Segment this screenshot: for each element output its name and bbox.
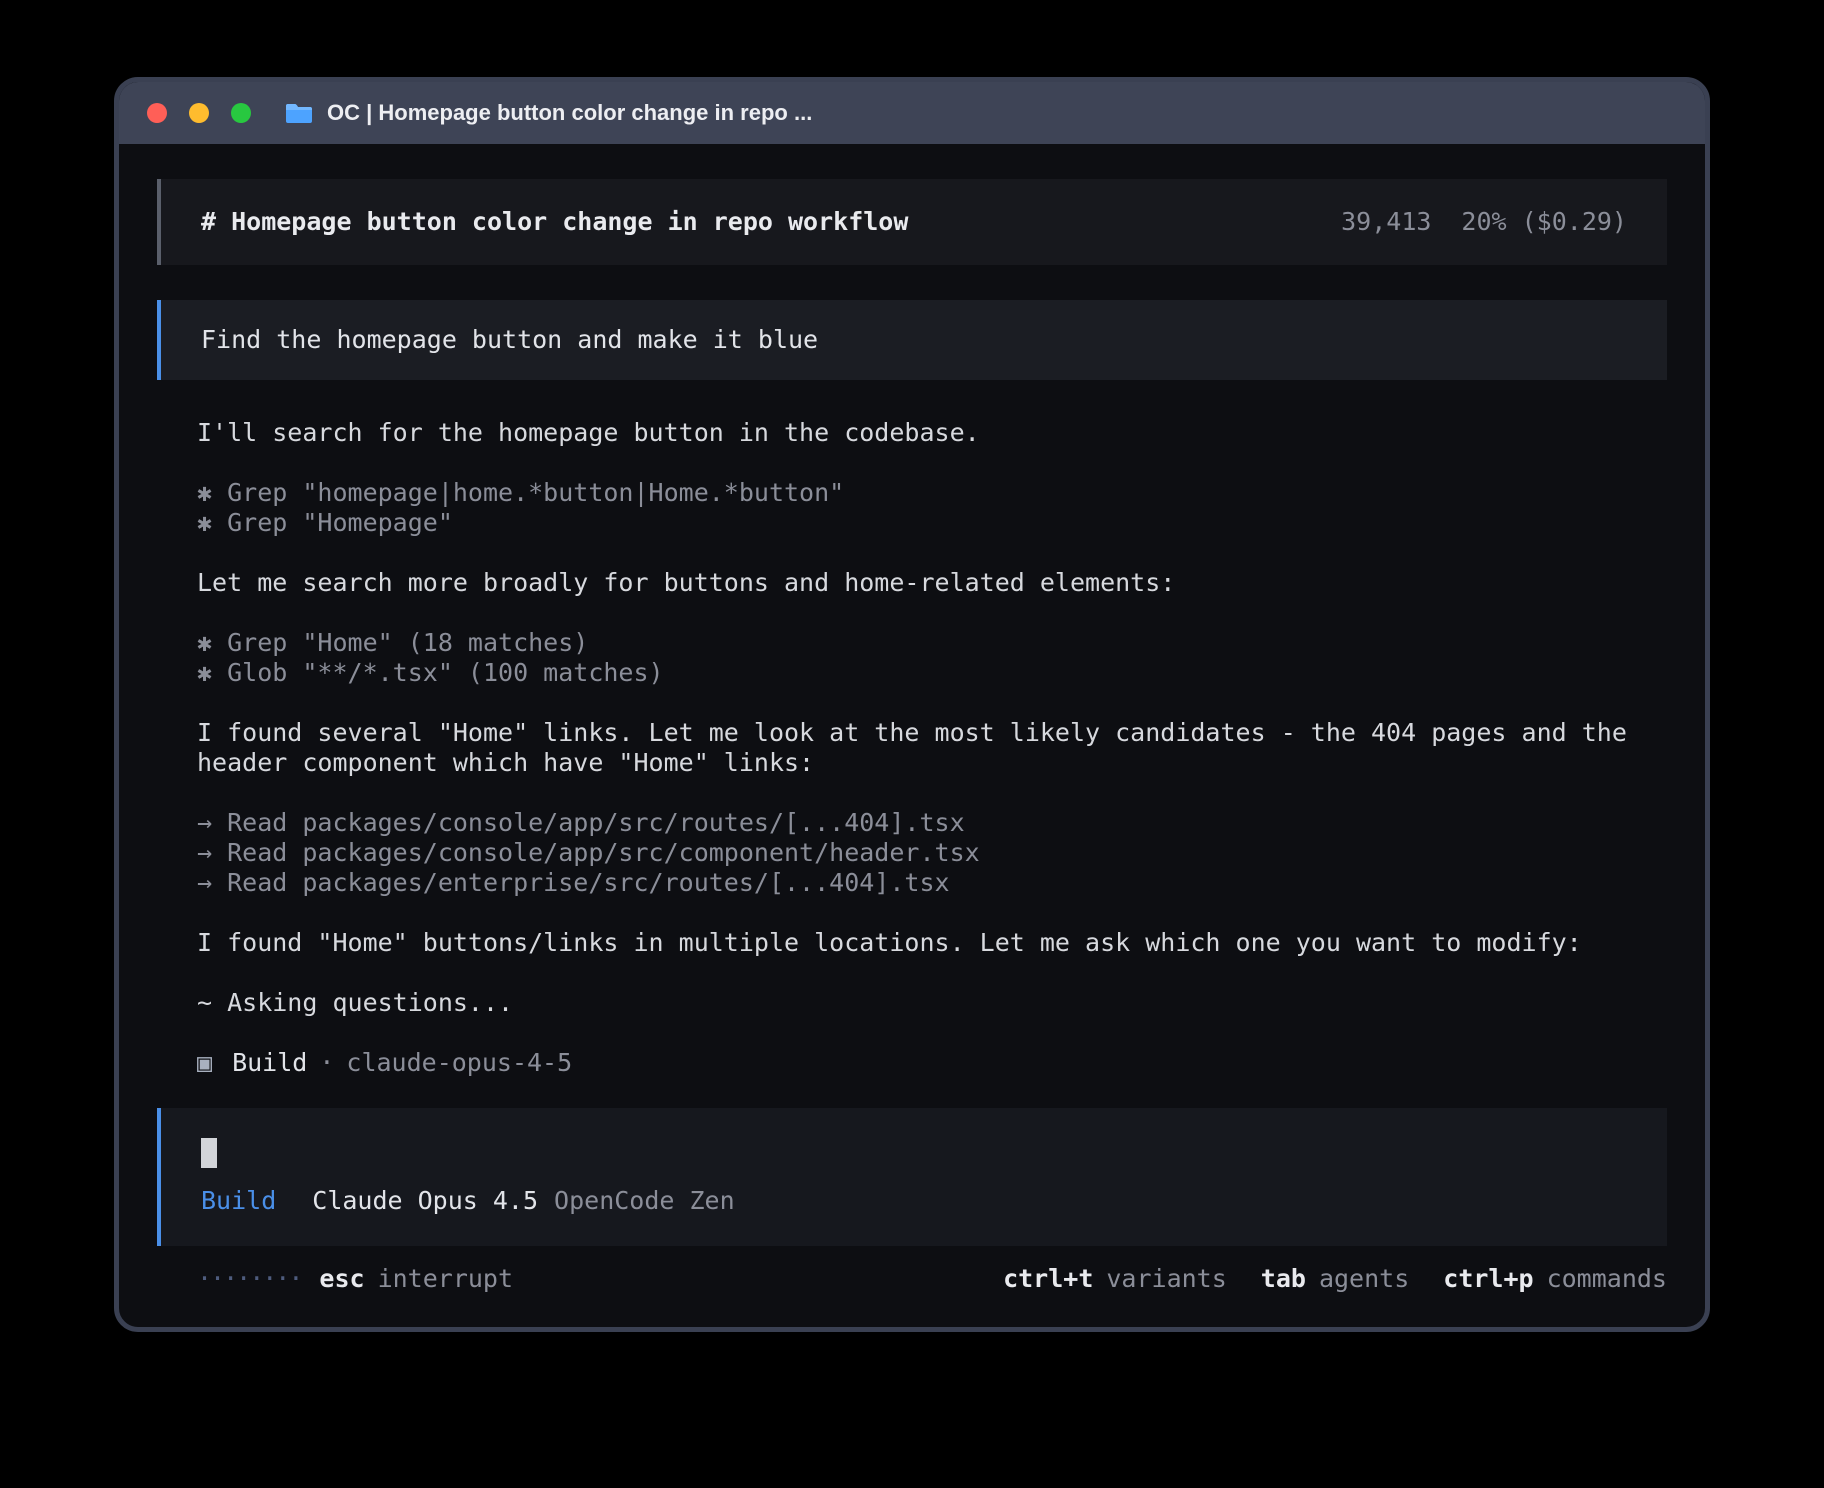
tool-call: ✱ Grep "homepage|home.*button|Home.*butt… [197, 478, 1657, 508]
session-stats: 39,413 20% ($0.29) [1341, 207, 1627, 237]
tool-call-group-1: ✱ Grep "homepage|home.*button|Home.*butt… [197, 478, 1657, 538]
shortcut-interrupt: esc interrupt [319, 1264, 513, 1294]
assistant-text-broader: Let me search more broadly for buttons a… [197, 568, 1657, 598]
minimize-button[interactable] [189, 103, 209, 123]
zoom-button[interactable] [231, 103, 251, 123]
provider-name: OpenCode Zen [554, 1186, 735, 1215]
terminal-content: # Homepage button color change in repo w… [119, 144, 1705, 1294]
shortcut-variants: ctrl+t variants [1003, 1264, 1227, 1294]
tool-call-group-2: ✱ Grep "Home" (18 matches) ✱ Glob "**/*.… [197, 628, 1657, 688]
tool-call: → Read packages/console/app/src/componen… [197, 838, 1657, 868]
shortcut-key: esc [319, 1264, 364, 1293]
text-cursor [201, 1138, 217, 1168]
shortcut-label: variants [1106, 1264, 1226, 1293]
tool-call-group-3: → Read packages/console/app/src/routes/[… [197, 808, 1657, 898]
status-bar: ········ esc interrupt ctrl+t variants tab… [197, 1264, 1667, 1294]
assistant-messages: I'll search for the homepage button in t… [157, 418, 1667, 1078]
session-header: # Homepage button color change in repo w… [157, 179, 1667, 265]
shortcut-agents: tab agents [1261, 1264, 1409, 1294]
status-separator: · [319, 1048, 334, 1077]
agent-name: Build [232, 1048, 307, 1077]
agent-mode-label: Build [201, 1186, 276, 1215]
status-bar-left: ········ esc interrupt [197, 1264, 513, 1294]
tool-call: → Read packages/console/app/src/routes/[… [197, 808, 1657, 838]
context-usage: 20% ($0.29) [1461, 207, 1627, 236]
agent-status-line: ▣ Build · claude-opus-4-5 [197, 1048, 1657, 1078]
shortcut-commands: ctrl+p commands [1443, 1264, 1667, 1294]
agent-icon: ▣ [197, 1048, 212, 1077]
tool-call: → Read packages/enterprise/src/routes/[.… [197, 868, 1657, 898]
assistant-text-intro: I'll search for the homepage button in t… [197, 418, 1657, 448]
terminal-window: OC | Homepage button color change in rep… [114, 77, 1710, 1332]
user-message: Find the homepage button and make it blu… [157, 300, 1667, 380]
model-row: Build Claude Opus 4.5 OpenCode Zen [201, 1186, 1627, 1216]
model-name: Claude Opus 4.5 [312, 1186, 538, 1215]
user-message-text: Find the homepage button and make it blu… [201, 325, 818, 354]
tool-call: ✱ Grep "Home" (18 matches) [197, 628, 1657, 658]
titlebar[interactable]: OC | Homepage button color change in rep… [119, 82, 1705, 144]
window-title: OC | Homepage button color change in rep… [327, 100, 812, 126]
token-count: 39,413 [1341, 207, 1431, 236]
tool-call: ✱ Glob "**/*.tsx" (100 matches) [197, 658, 1657, 688]
assistant-text-candidates: I found several "Home" links. Let me loo… [197, 718, 1657, 778]
spinner-icon: ········ [197, 1264, 301, 1294]
session-title: # Homepage button color change in repo w… [201, 207, 908, 237]
shortcut-label: commands [1547, 1264, 1667, 1293]
folder-icon [285, 102, 313, 124]
shortcut-key: tab [1261, 1264, 1306, 1293]
assistant-text-asking: ~ Asking questions... [197, 988, 1657, 1018]
shortcut-key: ctrl+p [1443, 1264, 1533, 1293]
traffic-lights [147, 103, 251, 123]
shortcut-key: ctrl+t [1003, 1264, 1093, 1293]
tool-call: ✱ Grep "Homepage" [197, 508, 1657, 538]
prompt-input[interactable]: Build Claude Opus 4.5 OpenCode Zen [157, 1108, 1667, 1246]
agent-model: claude-opus-4-5 [346, 1048, 572, 1077]
close-button[interactable] [147, 103, 167, 123]
assistant-text-found: I found "Home" buttons/links in multiple… [197, 928, 1657, 958]
shortcut-label: interrupt [378, 1264, 513, 1293]
status-bar-right: ctrl+t variants tab agents ctrl+p commands [969, 1264, 1667, 1294]
shortcut-label: agents [1319, 1264, 1409, 1293]
